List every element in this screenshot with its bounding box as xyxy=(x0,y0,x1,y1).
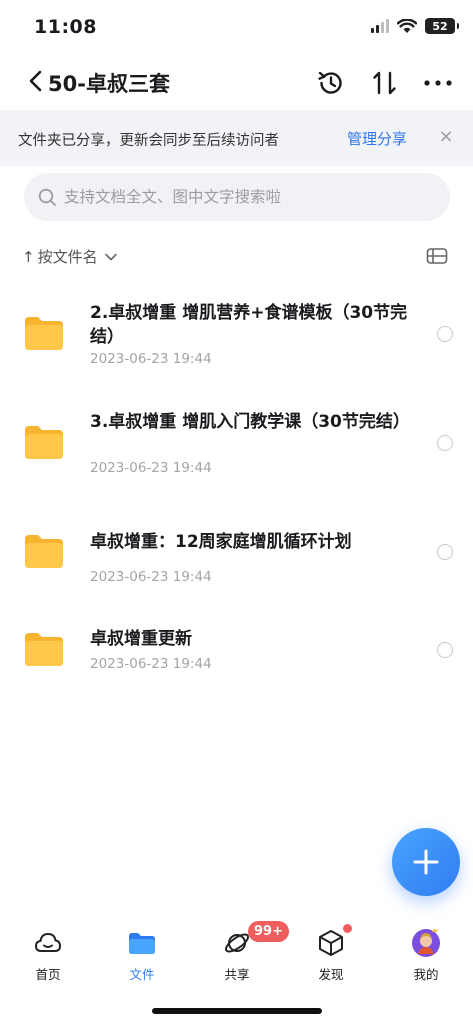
select-radio[interactable] xyxy=(437,642,453,658)
cellular-signal-icon xyxy=(371,19,389,33)
file-name: 2.卓叔增重 增肌营养+食谱模板（30节完结） xyxy=(90,303,408,347)
folder-icon xyxy=(25,535,63,568)
tab-label: 发现 xyxy=(318,967,344,982)
manage-share-link[interactable]: 管理分享 xyxy=(347,128,407,149)
status-time: 11:08 xyxy=(34,16,97,38)
file-date: 2023-06-23 19:44 xyxy=(90,656,212,672)
file-name: 卓叔增重更新 xyxy=(90,629,192,649)
search-icon xyxy=(38,188,56,206)
sort-by-name-button[interactable]: ↑ 按文件名 xyxy=(22,246,118,267)
notification-dot xyxy=(343,924,352,933)
tab-home[interactable]: 首页 xyxy=(13,928,83,983)
file-date: 2023-06-23 19:44 xyxy=(90,460,212,476)
folder-icon xyxy=(25,633,63,666)
page-title: 50-卓叔三套 xyxy=(48,72,170,96)
sort-label: 按文件名 xyxy=(37,248,98,266)
wifi-icon xyxy=(397,18,417,33)
tab-label: 我的 xyxy=(413,967,439,982)
tab-discover[interactable]: 发现 xyxy=(296,928,366,983)
share-banner-text: 文件夹已分享，更新会同步至后续访问者 xyxy=(18,133,279,149)
view-toggle-icon[interactable] xyxy=(426,247,448,265)
folder-icon xyxy=(25,426,63,459)
tab-files[interactable]: 文件 xyxy=(107,928,177,983)
tab-label: 首页 xyxy=(35,967,61,982)
add-fab-button[interactable] xyxy=(392,828,460,896)
search-input[interactable] xyxy=(64,185,424,209)
tab-me[interactable]: 我的 xyxy=(391,928,461,983)
list-item[interactable] xyxy=(0,510,473,598)
cube-icon xyxy=(319,930,343,956)
chevron-down-icon xyxy=(104,253,117,260)
plus-icon xyxy=(413,849,439,875)
banner-close-icon[interactable]: × xyxy=(436,126,456,147)
folder-icon xyxy=(129,933,155,954)
tab-label: 共享 xyxy=(224,967,250,982)
sort-swap-icon[interactable] xyxy=(370,68,400,98)
select-radio[interactable] xyxy=(437,544,453,560)
file-name: 卓叔增重：12周家庭增肌循环计划 xyxy=(90,532,352,552)
file-date: 2023-06-23 19:44 xyxy=(90,569,212,585)
file-name: 3.卓叔增重 增肌入门教学课（30节完结） xyxy=(90,412,410,432)
cloud-icon xyxy=(35,933,61,952)
notification-badge: 99+ xyxy=(248,921,289,942)
battery-icon: 52 xyxy=(425,18,459,34)
back-chevron-icon[interactable] xyxy=(24,66,50,96)
file-date: 2023-06-23 19:44 xyxy=(90,351,212,367)
avatar-icon xyxy=(412,928,440,957)
tab-label: 文件 xyxy=(129,967,155,982)
folder-icon xyxy=(25,317,63,350)
sort-direction-arrow: ↑ xyxy=(22,247,35,266)
history-icon[interactable] xyxy=(316,68,346,98)
select-radio[interactable] xyxy=(437,435,453,451)
more-options-icon[interactable] xyxy=(422,72,454,94)
select-radio[interactable] xyxy=(437,326,453,342)
home-indicator xyxy=(152,1008,322,1014)
status-icons: 52 xyxy=(371,18,459,34)
